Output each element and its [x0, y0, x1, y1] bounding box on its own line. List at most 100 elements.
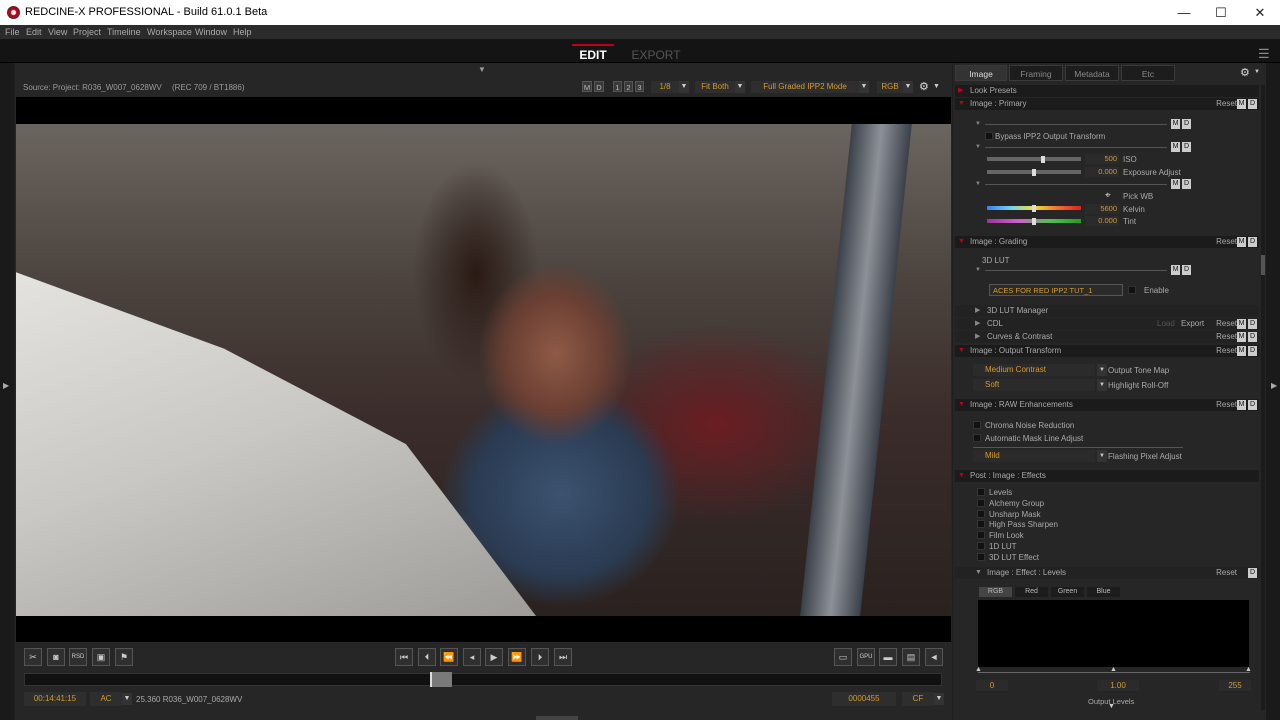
highlight-rolloff-dropdown[interactable]: Soft ▼ [973, 379, 1107, 391]
section-output-transform[interactable]: ▼ Image : Output Transform Reset M D [955, 345, 1259, 357]
menu-file[interactable]: File [5, 27, 20, 37]
collapse-arrow-icon[interactable]: ▼ [958, 236, 965, 248]
primary-d-button[interactable]: D [1248, 99, 1257, 109]
levels-high-value[interactable]: 255 [1219, 680, 1251, 691]
pick-wb-crosshair-icon[interactable]: ⌖ [1105, 190, 1111, 201]
left-collapse-strip[interactable]: ▶ [0, 63, 14, 720]
fit-dropdown-arrow-icon[interactable]: ▼ [735, 81, 745, 93]
panel-scrollbar[interactable] [1261, 85, 1265, 710]
safe-area-icon[interactable]: ▤ [902, 648, 920, 666]
audio-icon[interactable]: ◄ [925, 648, 943, 666]
timeline-scrubber[interactable] [24, 673, 942, 686]
tab-edit[interactable]: EDIT [572, 44, 614, 62]
scale-dropdown-arrow-icon[interactable]: ▼ [679, 81, 689, 93]
section-image-grading[interactable]: ▼ Image : Grading Reset M D [955, 236, 1259, 248]
section-image-primary[interactable]: ▼ Image : Primary Reset M D [955, 98, 1259, 110]
tone-map-arrow-icon[interactable]: ▼ [1097, 364, 1107, 376]
section-look-presets[interactable]: ▶ Look Presets [955, 85, 1259, 97]
levels-reset-button[interactable]: Reset [1216, 567, 1237, 579]
close-button[interactable]: ✕ [1240, 0, 1280, 25]
tab-framing[interactable]: Framing [1009, 65, 1063, 81]
viewer-settings-gear-icon[interactable]: ⚙ [919, 80, 929, 93]
menu-edit[interactable]: Edit [26, 27, 42, 37]
panel-settings-gear-icon[interactable]: ⚙ [1240, 66, 1250, 79]
levels-tab-green[interactable]: Green [1051, 587, 1084, 597]
levels-tab-blue[interactable]: Blue [1087, 587, 1120, 597]
curves-reset-button[interactable]: Reset [1216, 331, 1237, 343]
step-back-icon[interactable]: ◂ [463, 648, 481, 666]
grading-reset-button[interactable]: Reset [1216, 236, 1237, 248]
viewer-d-button[interactable]: D [594, 81, 604, 92]
export-frame-icon[interactable]: ▣ [92, 648, 110, 666]
view-2-button[interactable]: 2 [624, 81, 633, 92]
exposure-value[interactable]: 0.000 [1085, 167, 1119, 177]
menu-window[interactable]: Window [195, 27, 227, 37]
wb-d-button[interactable]: D [1182, 179, 1191, 189]
expand-arrow-icon[interactable]: ▶ [975, 305, 980, 317]
collapse-arrow-icon[interactable]: ▼ [975, 567, 982, 579]
menu-view[interactable]: View [48, 27, 67, 37]
expand-arrow-icon[interactable]: ▶ [975, 331, 980, 343]
tint-value[interactable]: 0.000 [1085, 216, 1119, 226]
tab-etc[interactable]: Etc [1121, 65, 1175, 81]
raw-d-button[interactable]: D [1248, 400, 1257, 410]
playhead-handle[interactable] [430, 672, 452, 687]
channel-dropdown-arrow-icon[interactable]: ▼ [903, 81, 913, 93]
group-m-button[interactable]: M [1171, 119, 1180, 129]
frame-number-field[interactable]: 0000455 [832, 692, 896, 706]
timecode-mode-arrow-icon[interactable]: ▼ [122, 693, 132, 705]
fast-forward-icon[interactable]: ⏩ [508, 648, 526, 666]
play-icon[interactable]: ▶ [485, 648, 503, 666]
group-arrow-icon[interactable]: ▼ [975, 121, 981, 127]
section-effect-levels[interactable]: ▼ Image : Effect : Levels Reset D [955, 567, 1259, 579]
minimize-button[interactable]: — [1164, 0, 1204, 25]
collapse-arrow-icon[interactable]: ▼ [958, 470, 965, 482]
maximize-button[interactable]: ☐ [1201, 0, 1241, 25]
section-cdl[interactable]: ▶ CDL Load Export Reset M D [955, 318, 1259, 330]
panel-settings-arrow-icon[interactable]: ▼ [1254, 69, 1260, 75]
group-arrow-icon[interactable]: ▼ [975, 144, 981, 150]
gpu-icon[interactable]: GPU [857, 648, 875, 666]
iso-m-button[interactable]: M [1171, 142, 1180, 152]
cf-dropdown[interactable]: CF [902, 692, 934, 706]
aspect-icon[interactable]: ▬ [879, 648, 897, 666]
viewer-m-button[interactable]: M [582, 81, 592, 92]
effect-checkbox[interactable] [977, 531, 985, 540]
hamburger-menu-icon[interactable]: ☰ [1258, 46, 1270, 62]
menu-help[interactable]: Help [233, 27, 252, 37]
flashing-pixel-dropdown[interactable]: Mild ▼ [973, 450, 1107, 462]
cdl-load-button[interactable]: Load [1157, 318, 1175, 330]
tab-image[interactable]: Image [955, 65, 1007, 81]
chroma-noise-checkbox[interactable] [973, 421, 981, 429]
wb-m-button[interactable]: M [1171, 179, 1180, 189]
menu-project[interactable]: Project [73, 27, 101, 37]
expand-arrow-icon[interactable]: ▶ [975, 318, 980, 330]
curves-d-button[interactable]: D [1248, 332, 1257, 342]
panel-scroll-thumb[interactable] [1261, 255, 1265, 275]
iso-d-button[interactable]: D [1182, 142, 1191, 152]
expand-left-icon[interactable]: ▶ [3, 381, 9, 390]
output-d-button[interactable]: D [1248, 346, 1257, 356]
timecode-mode-dropdown[interactable]: AC [90, 692, 122, 706]
bypass-ipp2-checkbox[interactable] [985, 132, 993, 140]
view-1-button[interactable]: 1 [613, 81, 622, 92]
fit-dropdown[interactable]: Fit Both [695, 81, 735, 93]
group-arrow-icon[interactable]: ▼ [975, 267, 981, 273]
next-mark-icon[interactable]: ⏵ [531, 648, 549, 666]
effect-checkbox[interactable] [977, 509, 985, 518]
section-3d-lut-manager[interactable]: ▶ 3D LUT Manager [955, 305, 1259, 317]
kelvin-slider-handle[interactable] [1032, 205, 1036, 212]
rolloff-arrow-icon[interactable]: ▼ [1097, 379, 1107, 391]
raw-m-button[interactable]: M [1237, 400, 1246, 410]
go-to-start-icon[interactable]: ⏮ [395, 648, 413, 666]
collapse-arrow-icon[interactable]: ▼ [958, 399, 965, 411]
cdl-export-button[interactable]: Export [1181, 318, 1204, 330]
go-to-end-icon[interactable]: ⏭ [554, 648, 572, 666]
timecode-field[interactable]: 00:14:41:15 [24, 692, 86, 706]
snapshot-camera-icon[interactable]: ◙ [47, 648, 65, 666]
lut-file-field[interactable]: ACES FOR RED IPP2 TUT_1 [989, 284, 1123, 296]
primary-reset-button[interactable]: Reset [1216, 98, 1237, 110]
video-frame[interactable] [16, 97, 951, 642]
tint-slider-handle[interactable] [1032, 218, 1036, 225]
view-3-button[interactable]: 3 [635, 81, 644, 92]
